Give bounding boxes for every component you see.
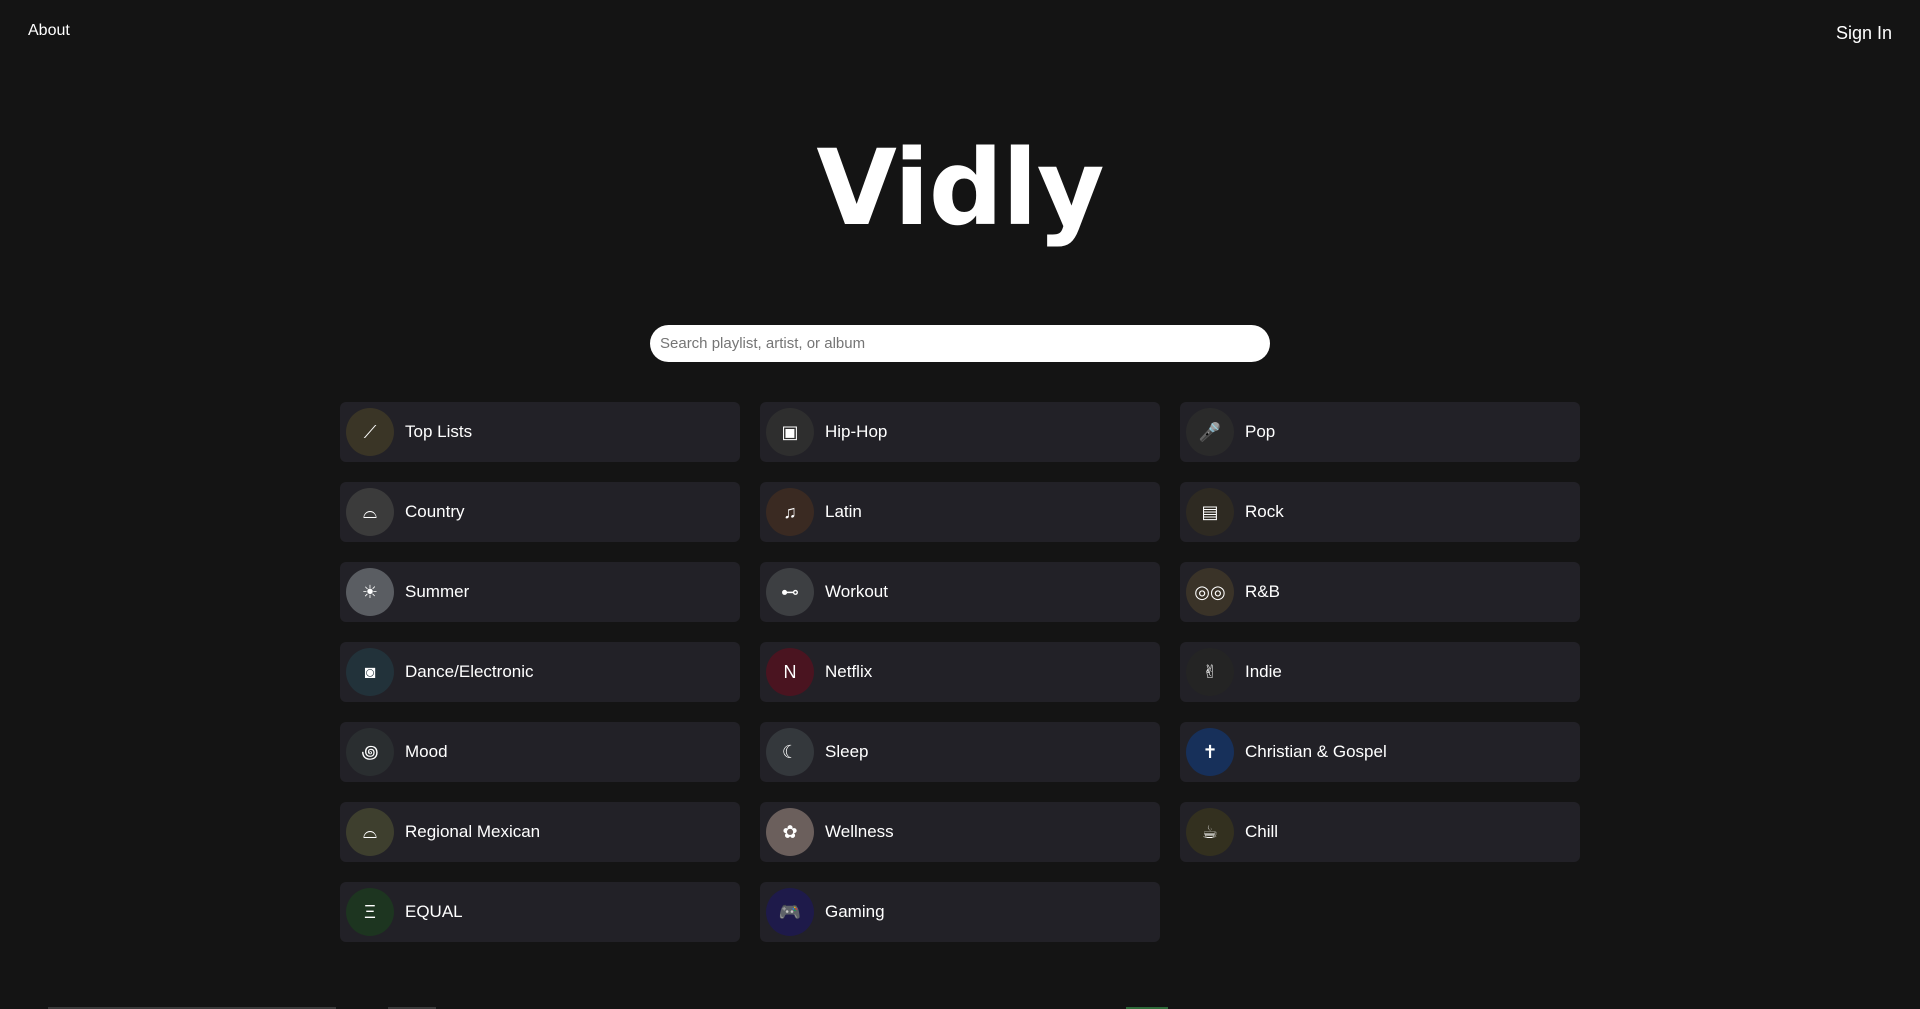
category-label: Chill [1245, 822, 1279, 841]
category-tile[interactable]: ✿ Wellness [760, 802, 1160, 862]
category-tile[interactable]: ☕ Chill [1180, 802, 1580, 862]
category-tile[interactable]: ⌓ Regional Mexican [340, 802, 740, 862]
category-label: Latin [825, 502, 862, 521]
equal-logo-icon: Ξ [346, 888, 394, 936]
sombrero-icon: ⌓ [346, 808, 394, 856]
category-tile[interactable]: 🎤 Pop [1180, 402, 1580, 462]
guitar-icon: ♫ [766, 488, 814, 536]
netflix-icon: N [766, 648, 814, 696]
category-tile[interactable]: ⌓ Country [340, 482, 740, 542]
category-label: Mood [405, 742, 448, 761]
category-grid: ⟋ Top Lists ▣ Hip-Hop 🎤 Pop ⌓ Country ♫ Latin ▤ Roc… [340, 402, 1580, 942]
category-tile[interactable]: ✌ Indie [1180, 642, 1580, 702]
category-label: Workout [825, 582, 888, 601]
glasses-icon: ◎◎ [1186, 568, 1234, 616]
category-label: Wellness [825, 822, 894, 841]
gamepad-icon: 🎮 [766, 888, 814, 936]
category-label: Netflix [825, 662, 873, 681]
page: About Sign In Vidly ⟋ Top Lists ▣ Hip-Hop 🎤 P… [0, 0, 1920, 1009]
category-tile[interactable]: ⊷ Workout [760, 562, 1160, 622]
category-label: Dance/Electronic [405, 662, 534, 681]
sign-in-link[interactable]: Sign In [1836, 23, 1892, 44]
lotus-hands-icon: ✿ [766, 808, 814, 856]
search-bar [650, 325, 1270, 362]
cross-icon: ✝ [1186, 728, 1234, 776]
microphone-icon: 🎤 [1186, 408, 1234, 456]
category-label: Christian & Gospel [1245, 742, 1387, 761]
category-tile[interactable]: ▣ Hip-Hop [760, 402, 1160, 462]
category-label: Gaming [825, 902, 885, 921]
category-label: Country [405, 502, 465, 521]
category-label: Hip-Hop [825, 422, 888, 441]
category-label: Regional Mexican [405, 822, 541, 841]
search-input[interactable] [650, 325, 1270, 362]
amplifier-icon: ▤ [1186, 488, 1234, 536]
about-link[interactable]: About [28, 22, 70, 40]
category-tile[interactable]: N Netflix [760, 642, 1160, 702]
category-label: EQUAL [405, 902, 463, 921]
category-tile[interactable]: ꩜ Mood [340, 722, 740, 782]
category-label: Sleep [825, 742, 869, 761]
category-tile[interactable]: ◎◎ R&B [1180, 562, 1580, 622]
category-tile[interactable]: Ξ EQUAL [340, 882, 740, 942]
category-tile[interactable]: ◙ Dance/Electronic [340, 642, 740, 702]
swirl-icon: ꩜ [346, 728, 394, 776]
category-tile[interactable]: ▤ Rock [1180, 482, 1580, 542]
category-label: Summer [405, 582, 470, 601]
cup-icon: ☕ [1186, 808, 1234, 856]
category-tile[interactable]: ✝ Christian & Gospel [1180, 722, 1580, 782]
rock-hand-icon: ✌ [1186, 648, 1234, 696]
category-tile[interactable]: ☀ Summer [340, 562, 740, 622]
category-tile[interactable]: ☾ Sleep [760, 722, 1160, 782]
boombox-icon: ▣ [766, 408, 814, 456]
category-label: Top Lists [405, 422, 473, 441]
category-tile[interactable]: 🎮 Gaming [760, 882, 1160, 942]
category-tile[interactable]: ⟋ Top Lists [340, 402, 740, 462]
cowboy-hat-icon: ⌓ [346, 488, 394, 536]
bed-icon: ☾ [766, 728, 814, 776]
sun-icon: ☀ [346, 568, 394, 616]
category-label: R&B [1245, 582, 1280, 601]
headset-icon: ◙ [346, 648, 394, 696]
dumbbell-icon: ⊷ [766, 568, 814, 616]
chart-icon: ⟋ [346, 408, 394, 456]
category-label: Indie [1245, 662, 1282, 681]
category-tile[interactable]: ♫ Latin [760, 482, 1160, 542]
category-label: Rock [1245, 502, 1284, 521]
site-logo: Vidly [816, 127, 1104, 249]
category-label: Pop [1245, 422, 1276, 441]
